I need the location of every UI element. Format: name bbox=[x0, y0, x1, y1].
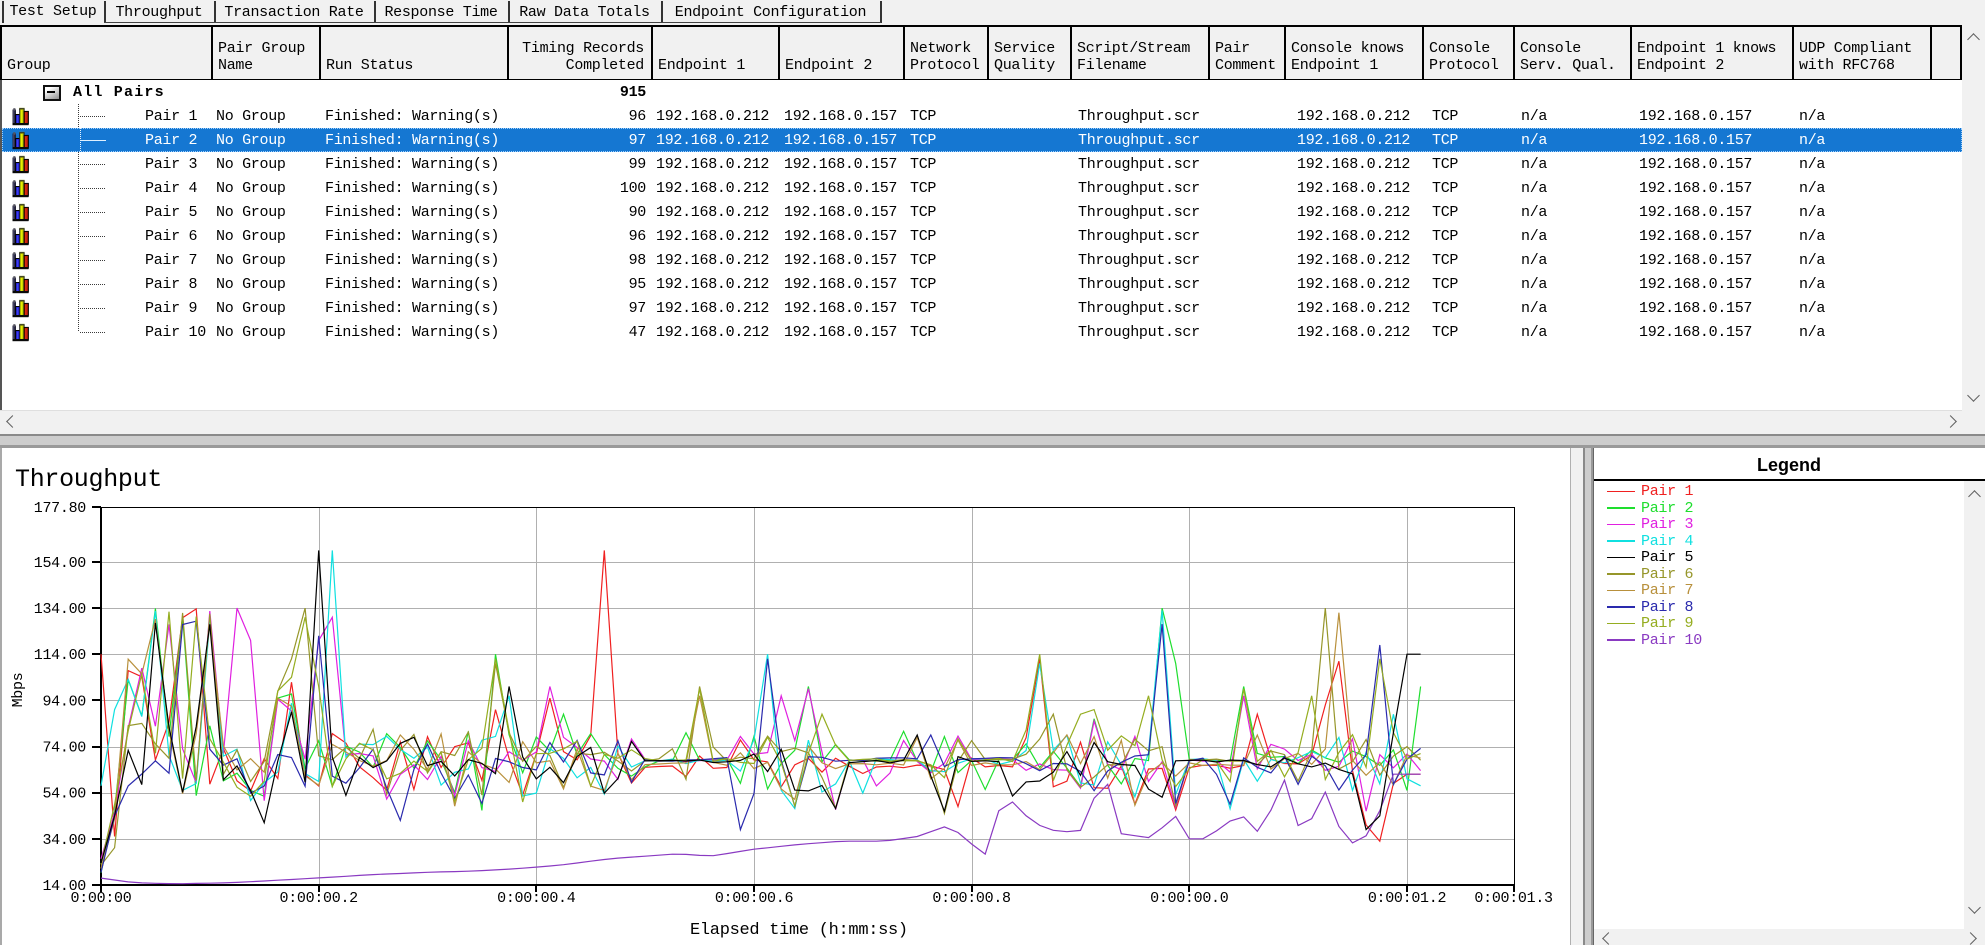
svg-text:Throughput: Throughput bbox=[15, 465, 162, 494]
svg-text:0:00:00.6: 0:00:00.6 bbox=[715, 890, 794, 907]
svg-text:74.00: 74.00 bbox=[42, 740, 86, 757]
svg-text:134.00: 134.00 bbox=[34, 601, 87, 618]
svg-text:34.00: 34.00 bbox=[42, 832, 86, 849]
svg-text:0:00:01.2: 0:00:01.2 bbox=[1368, 890, 1446, 907]
svg-text:94.00: 94.00 bbox=[42, 693, 86, 710]
svg-text:114.00: 114.00 bbox=[34, 647, 87, 664]
svg-text:Mbps: Mbps bbox=[10, 673, 27, 708]
svg-text:154.00: 154.00 bbox=[34, 555, 87, 572]
svg-text:54.00: 54.00 bbox=[42, 786, 86, 803]
svg-text:0:00:00.4: 0:00:00.4 bbox=[497, 890, 576, 907]
svg-text:0:00:00.2: 0:00:00.2 bbox=[280, 890, 358, 907]
svg-text:0:00:01.3: 0:00:01.3 bbox=[1474, 890, 1553, 907]
svg-text:0:00:00.0: 0:00:00.0 bbox=[1150, 890, 1229, 907]
svg-text:177.80: 177.80 bbox=[34, 500, 87, 517]
svg-text:0:00:00.8: 0:00:00.8 bbox=[932, 890, 1011, 907]
svg-text:0:00:00: 0:00:00 bbox=[71, 890, 132, 907]
svg-text:Elapsed time (h:mm:ss): Elapsed time (h:mm:ss) bbox=[690, 921, 908, 940]
